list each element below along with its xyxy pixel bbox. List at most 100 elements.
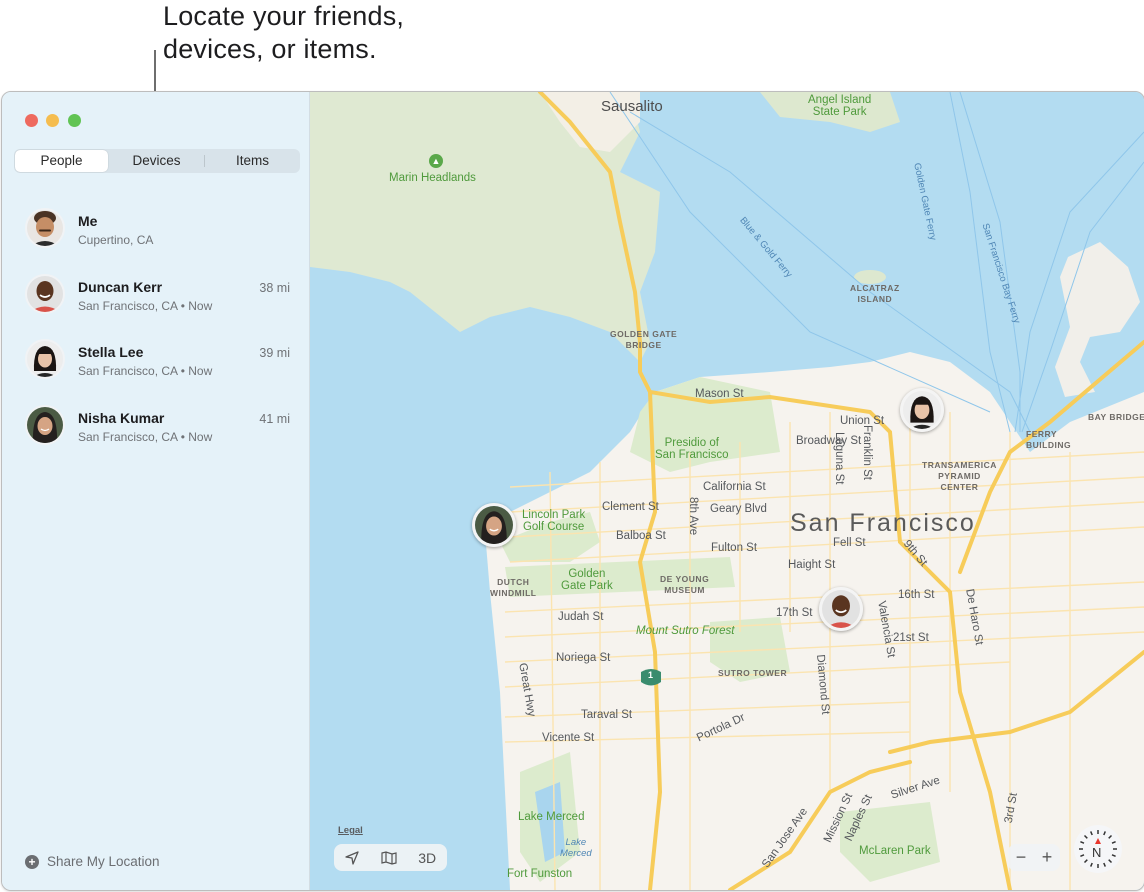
compass-north-label: N	[1092, 845, 1102, 860]
location-arrow-icon[interactable]	[345, 850, 359, 865]
map-label-sausalito: Sausalito	[601, 98, 663, 115]
street-16th: 16th St	[898, 589, 935, 601]
person-photo-icon	[27, 341, 63, 377]
avatar	[25, 273, 65, 314]
label-line: ISLAND	[857, 294, 893, 304]
map-label-golden-gate-bridge: GOLDEN GATE BRIDGE	[610, 329, 677, 351]
map-marker-duncan-kerr[interactable]	[819, 587, 863, 631]
callout-text: Locate your friends, devices, or items.	[163, 0, 404, 66]
legal-link[interactable]: Legal	[338, 825, 363, 836]
map-label-lincoln-park: Lincoln Park Golf Course	[522, 509, 585, 533]
tab-bar: People Devices Items	[14, 149, 300, 173]
callout-line-1: Locate your friends,	[163, 1, 405, 31]
label-line: Golf Course	[522, 521, 585, 533]
map-label-lake-merced: Lake Merced	[518, 811, 585, 823]
street-clement: Clement St	[602, 501, 659, 513]
person-photo-icon	[903, 391, 941, 429]
street-broadway: Broadway St	[796, 435, 862, 447]
person-location: San Francisco, CA • Now	[78, 298, 213, 313]
label-line: CENTER	[940, 482, 979, 492]
person-name: Stella Lee	[78, 344, 144, 360]
person-photo-icon	[822, 590, 860, 628]
avatar	[25, 404, 65, 445]
map-label-mclaren-park: McLaren Park	[859, 845, 931, 857]
avatar	[25, 339, 65, 379]
minimize-button[interactable]	[46, 114, 59, 127]
street-balboa: Balboa St	[616, 530, 666, 542]
label-line: TRANSAMERICA	[922, 460, 997, 470]
list-item-nisha-kumar[interactable]: Nisha Kumar San Francisco, CA • Now 41 m…	[2, 399, 309, 465]
map-marker-stella-lee[interactable]	[900, 388, 944, 432]
people-list: Me Cupertino, CA Duncan Kerr San Francis…	[2, 202, 309, 464]
street-taraval: Taraval St	[581, 709, 633, 721]
map-label-fort-funston: Fort Funston	[507, 868, 573, 880]
share-my-location-button[interactable]: + Share My Location	[25, 854, 160, 869]
street-vicente: Vicente St	[542, 732, 595, 744]
person-distance: 41 mi	[259, 411, 290, 426]
park-tree-icon: ▲	[429, 154, 443, 168]
map-label-mount-sutro: Mount Sutro Forest	[636, 625, 735, 637]
label-line: GOLDEN GATE	[610, 329, 678, 339]
close-button[interactable]	[25, 114, 38, 127]
map-label-de-young: DE YOUNG MUSEUM	[660, 574, 709, 596]
zoom-in-button[interactable]: +	[1042, 847, 1053, 868]
3d-button[interactable]: 3D	[418, 850, 436, 866]
list-item-duncan-kerr[interactable]: Duncan Kerr San Francisco, CA • Now 38 m…	[2, 268, 309, 334]
map-label-sutro-tower: SUTRO TOWER	[718, 668, 788, 678]
tab-items[interactable]: Items	[206, 150, 299, 172]
zoom-out-button[interactable]: −	[1016, 847, 1027, 868]
person-distance: 38 mi	[259, 280, 290, 295]
label-line: BRIDGE	[625, 340, 662, 350]
map-view[interactable]: Sausalito Angel Island State Park ▲ Mari…	[310, 92, 1144, 890]
label-line: BUILDING	[1026, 440, 1072, 450]
street-fell: Fell St	[833, 537, 866, 549]
map-label-transamerica: TRANSAMERICA PYRAMID CENTER	[922, 460, 997, 493]
treasure-island	[1055, 242, 1140, 397]
zoom-button[interactable]	[68, 114, 81, 127]
label-line: DE YOUNG	[660, 574, 710, 584]
street-noriega: Noriega St	[556, 652, 611, 664]
street-fulton: Fulton St	[711, 542, 758, 554]
person-name: Me	[78, 213, 98, 229]
person-photo-icon	[475, 506, 513, 544]
tab-divider	[204, 155, 205, 167]
person-distance: 39 mi	[259, 346, 290, 360]
tab-people[interactable]: People	[15, 150, 108, 172]
label-line: DUTCH	[497, 577, 530, 587]
street-mason: Mason St	[695, 388, 744, 400]
label-line: MUSEUM	[664, 585, 705, 595]
person-location: San Francisco, CA • Now	[78, 429, 213, 444]
label-line: FERRY	[1026, 429, 1057, 439]
label-line: PYRAMID	[938, 471, 981, 481]
tab-devices[interactable]: Devices	[110, 150, 203, 172]
label-line: State Park	[812, 106, 867, 118]
share-my-location-label: Share My Location	[47, 854, 160, 869]
callout-line-2: devices, or items.	[163, 34, 377, 64]
person-photo-icon	[27, 275, 63, 312]
list-item-stella-lee[interactable]: Stella Lee San Francisco, CA • Now 39 mi	[2, 333, 309, 399]
street-17th: 17th St	[776, 607, 813, 619]
map-label-marin-headlands: Marin Headlands	[389, 172, 476, 184]
person-location: San Francisco, CA • Now	[78, 364, 213, 378]
map-label-alcatraz: ALCATRAZ ISLAND	[850, 283, 900, 305]
label-line: Lincoln Park	[522, 509, 586, 521]
zoom-controls: − +	[1008, 844, 1060, 871]
compass-button[interactable]: N	[1074, 825, 1122, 873]
list-item-me[interactable]: Me Cupertino, CA	[2, 202, 309, 268]
label-line: Lake	[565, 837, 587, 848]
street-8th-ave: 8th Ave	[687, 497, 699, 536]
map-icon[interactable]	[380, 850, 397, 865]
map-label-ferry-building: FERRY BUILDING	[1026, 429, 1071, 451]
street-geary: Geary Blvd	[710, 503, 767, 515]
label-line: San Francisco	[655, 449, 729, 461]
person-location: Cupertino, CA	[78, 233, 154, 247]
label-line: Presidio of	[664, 437, 719, 449]
map-marker-nisha-kumar[interactable]	[472, 503, 516, 547]
label-line: ALCATRAZ	[850, 283, 900, 293]
map-label-angel-island: Angel Island State Park	[808, 94, 871, 118]
street-laguna: Laguna St	[833, 432, 845, 485]
map-label-dutch-windmill: DUTCH WINDMILL	[490, 577, 537, 599]
plus-circle-icon: +	[25, 854, 39, 869]
label-line: Merced	[560, 848, 592, 859]
label-line: WINDMILL	[490, 588, 537, 598]
